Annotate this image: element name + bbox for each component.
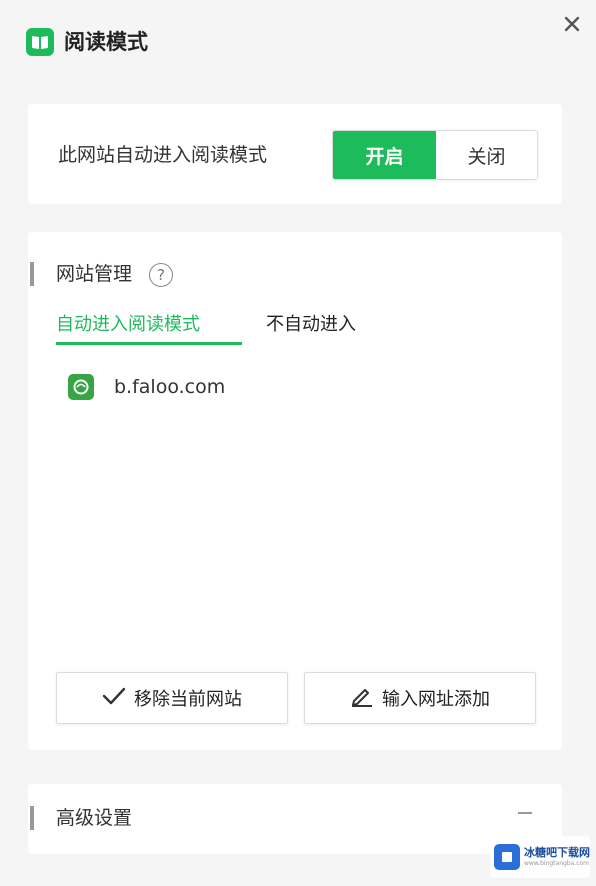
site-management-card: 网站管理 ? 自动进入阅读模式 不自动进入 b.faloo.com 移除当前网站… bbox=[28, 232, 562, 750]
minus-icon[interactable] bbox=[518, 812, 532, 814]
pencil-icon bbox=[350, 685, 374, 712]
add-url-button[interactable]: 输入网址添加 bbox=[304, 672, 536, 724]
watermark: 冰糖吧下载网 www.bingtangba.com bbox=[490, 836, 590, 878]
watermark-logo-icon bbox=[494, 844, 520, 870]
active-tab-indicator bbox=[56, 342, 242, 345]
list-item[interactable]: b.faloo.com bbox=[68, 372, 225, 402]
advanced-settings-card[interactable]: 高级设置 bbox=[28, 784, 562, 854]
auto-reading-toggle[interactable]: 开启 关闭 bbox=[332, 130, 538, 180]
add-button-label: 输入网址添加 bbox=[382, 689, 490, 710]
section-marker bbox=[30, 262, 34, 286]
remove-current-site-button[interactable]: 移除当前网站 bbox=[56, 672, 288, 724]
advanced-settings-title: 高级设置 bbox=[56, 807, 133, 829]
checkmark-icon bbox=[102, 687, 126, 710]
remove-button-label: 移除当前网站 bbox=[134, 689, 242, 710]
auto-reading-label: 此网站自动进入阅读模式 bbox=[58, 144, 268, 166]
watermark-text: 冰糖吧下载网 bbox=[524, 846, 590, 859]
site-management-title: 网站管理 bbox=[56, 263, 133, 285]
tab-no-auto-enter[interactable]: 不自动进入 bbox=[266, 312, 356, 338]
window-title: 阅读模式 bbox=[64, 30, 148, 54]
faloo-favicon-icon bbox=[68, 374, 94, 400]
help-icon[interactable]: ? bbox=[149, 263, 173, 287]
toggle-off-button[interactable]: 关闭 bbox=[436, 131, 537, 179]
toggle-on-button[interactable]: 开启 bbox=[333, 131, 436, 179]
book-icon bbox=[26, 28, 54, 56]
close-icon[interactable] bbox=[558, 10, 586, 38]
watermark-url: www.bingtangba.com bbox=[524, 860, 590, 867]
auto-reading-card: 此网站自动进入阅读模式 开启 关闭 bbox=[28, 104, 562, 204]
site-domain: b.faloo.com bbox=[114, 376, 226, 398]
window-header: 阅读模式 bbox=[0, 0, 596, 82]
tab-auto-enter[interactable]: 自动进入阅读模式 bbox=[56, 312, 200, 338]
section-marker bbox=[30, 806, 34, 830]
